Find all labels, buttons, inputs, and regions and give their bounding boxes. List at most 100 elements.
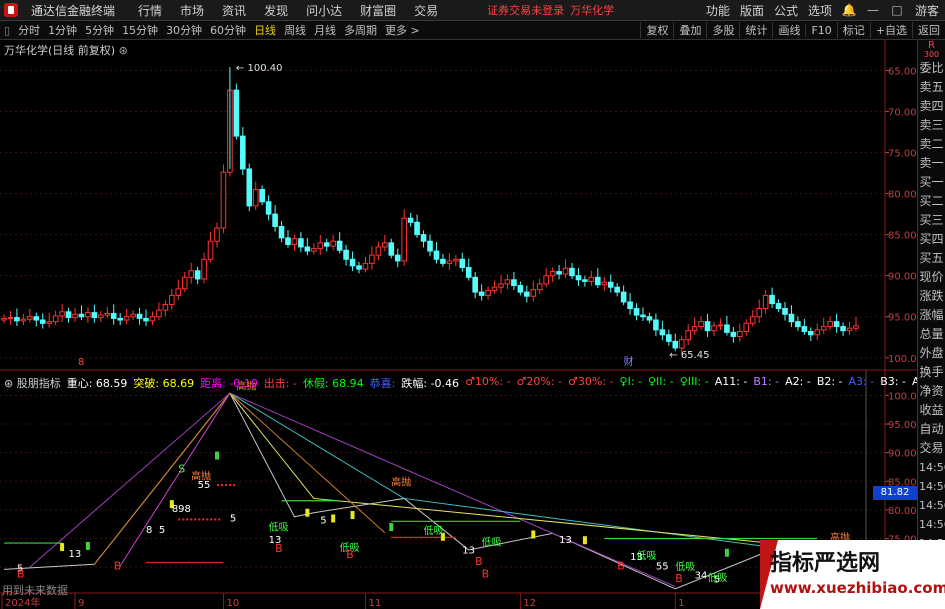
maximize-icon[interactable]: □ [885, 3, 909, 17]
right-panel-item-1[interactable]: 卖五 [918, 78, 945, 97]
candle-body [14, 317, 20, 322]
candle-body [356, 265, 362, 270]
right-panel-item-20[interactable]: 交易 [918, 439, 945, 458]
right-panel-item-19[interactable]: 自动 [918, 420, 945, 439]
menu-discover[interactable]: 发现 [255, 2, 297, 19]
period-multi[interactable]: 多周期 [340, 22, 381, 38]
indicator-value-17: A3: - [848, 375, 875, 388]
period-more[interactable]: 更多 > [381, 22, 424, 38]
period-30min[interactable]: 30分钟 [162, 22, 206, 38]
candle-body [724, 324, 730, 333]
right-panel-item-18[interactable]: 收益 [918, 401, 945, 420]
right-panel-item-2[interactable]: 卖四 [918, 97, 945, 116]
app-title: 通达信金融终端 [31, 3, 116, 18]
ind-signal-label: 898 [172, 504, 191, 515]
right-panel-header-num: 300 [923, 51, 940, 59]
candle-body [420, 234, 427, 242]
candle-body [762, 294, 769, 310]
buy-signal-label: B [675, 572, 683, 585]
tool-mark[interactable]: 标记 [836, 22, 870, 38]
candle-body [640, 314, 646, 318]
right-panel-item-5[interactable]: 卖一 [918, 154, 945, 173]
period-daily[interactable]: 日线 [250, 22, 280, 38]
candle-body [33, 316, 40, 321]
candle-body [646, 316, 653, 321]
tool-draw-line[interactable]: 画线 [772, 22, 805, 38]
tool-overlay[interactable]: 叠加 [673, 22, 706, 38]
minimize-icon[interactable]: — [861, 3, 885, 17]
cyan-trend-line [229, 392, 766, 548]
candle-body [808, 331, 814, 336]
ind-signal-label: 55 [198, 480, 211, 491]
tool-multi-stock[interactable]: 多股 [706, 22, 739, 38]
menu-formula[interactable]: 公式 [769, 2, 803, 19]
period-15min[interactable]: 15分钟 [118, 22, 162, 38]
menu-trade[interactable]: 交易 [405, 2, 447, 19]
period-5min[interactable]: 5分钟 [81, 22, 118, 38]
indicator-value-12: ♀III: - [679, 375, 709, 388]
indicator-value-3: 出击: - [263, 377, 297, 390]
period-60min[interactable]: 60分钟 [206, 22, 250, 38]
right-panel-item-4[interactable]: 卖二 [918, 135, 945, 154]
menu-wealth[interactable]: 财富圈 [351, 2, 405, 19]
right-panel-item-11[interactable]: 现价 [918, 268, 945, 287]
menu-ask[interactable]: 问小达 [297, 2, 351, 19]
tool-add-watchlist[interactable]: +自选 [869, 22, 912, 38]
menu-options[interactable]: 选项 [803, 2, 837, 19]
candle-body [853, 325, 859, 329]
right-panel-item-0[interactable]: 委比 [918, 59, 945, 78]
menu-functions[interactable]: 功能 [701, 2, 735, 19]
right-panel-item-16[interactable]: 换手 [918, 363, 945, 382]
dotted-mark [178, 518, 181, 521]
period-monthly[interactable]: 月线 [310, 22, 340, 38]
dotted-mark [214, 518, 217, 521]
candle-body [711, 325, 717, 332]
right-panel-item-13[interactable]: 涨幅 [918, 306, 945, 325]
signal-block [531, 530, 536, 539]
tool-statistics[interactable]: 统计 [739, 22, 772, 38]
right-panel-item-12[interactable]: 涨跌 [918, 287, 945, 306]
menu-market[interactable]: 市场 [171, 2, 213, 19]
candle-body [156, 309, 162, 318]
period-weekly[interactable]: 周线 [280, 22, 310, 38]
right-panel-item-6[interactable]: 买一 [918, 173, 945, 192]
bell-icon[interactable]: 🔔 [837, 3, 861, 17]
menu-layout[interactable]: 版面 [735, 2, 769, 19]
right-panel-item-14[interactable]: 总量 [918, 325, 945, 344]
login-status-text[interactable]: 证券交易未登录 [487, 2, 564, 18]
indicator-name[interactable]: ⊛ 股朋指标 [4, 375, 61, 391]
tool-restore-rights[interactable]: 复权 [640, 22, 673, 38]
candle-body [123, 316, 130, 321]
right-panel-item-17[interactable]: 净资 [918, 382, 945, 401]
grid-icon[interactable]: ▯ [0, 24, 14, 37]
candle-body [259, 188, 265, 203]
candle-body [846, 327, 853, 332]
candle-body [278, 225, 285, 239]
buy-signal-label: B [475, 555, 483, 568]
candle-body [136, 313, 143, 319]
right-panel-item-8[interactable]: 买三 [918, 211, 945, 230]
menu-right-group: 功能 版面 公式 选项 🔔 — □ 游客 [701, 2, 945, 19]
period-intraday[interactable]: 分时 [14, 22, 44, 38]
tool-f10[interactable]: F10 [805, 23, 836, 37]
settings-circle-icon[interactable]: ⊛ [119, 44, 128, 57]
right-panel-item-7[interactable]: 买二 [918, 192, 945, 211]
indicator-value-13: A11: - [714, 375, 748, 388]
indicator-value-14: B1: - [753, 375, 780, 388]
user-label[interactable]: 游客 [909, 2, 945, 19]
max-price-label: ← 100.40 [236, 63, 283, 74]
right-panel-item-9[interactable]: 买四 [918, 230, 945, 249]
dotted-mark [221, 484, 223, 487]
candle-body [110, 312, 117, 319]
period-1min[interactable]: 1分钟 [44, 22, 81, 38]
menu-quotes[interactable]: 行情 [129, 2, 171, 19]
right-panel-item-15[interactable]: 外盘 [918, 344, 945, 363]
kline-chart[interactable]: 100.0 95.00 90.00 85.00 80.00 75.00 70.00 65.00… [0, 40, 917, 609]
indicator-value-10: ♀I: - [619, 375, 642, 388]
ind-signal-label: 13 [559, 535, 572, 546]
candle-body [85, 312, 91, 318]
menu-news[interactable]: 资讯 [213, 2, 255, 19]
right-panel-item-10[interactable]: 买五 [918, 249, 945, 268]
tool-back[interactable]: 返回 [912, 22, 945, 38]
right-panel-item-3[interactable]: 卖三 [918, 116, 945, 135]
